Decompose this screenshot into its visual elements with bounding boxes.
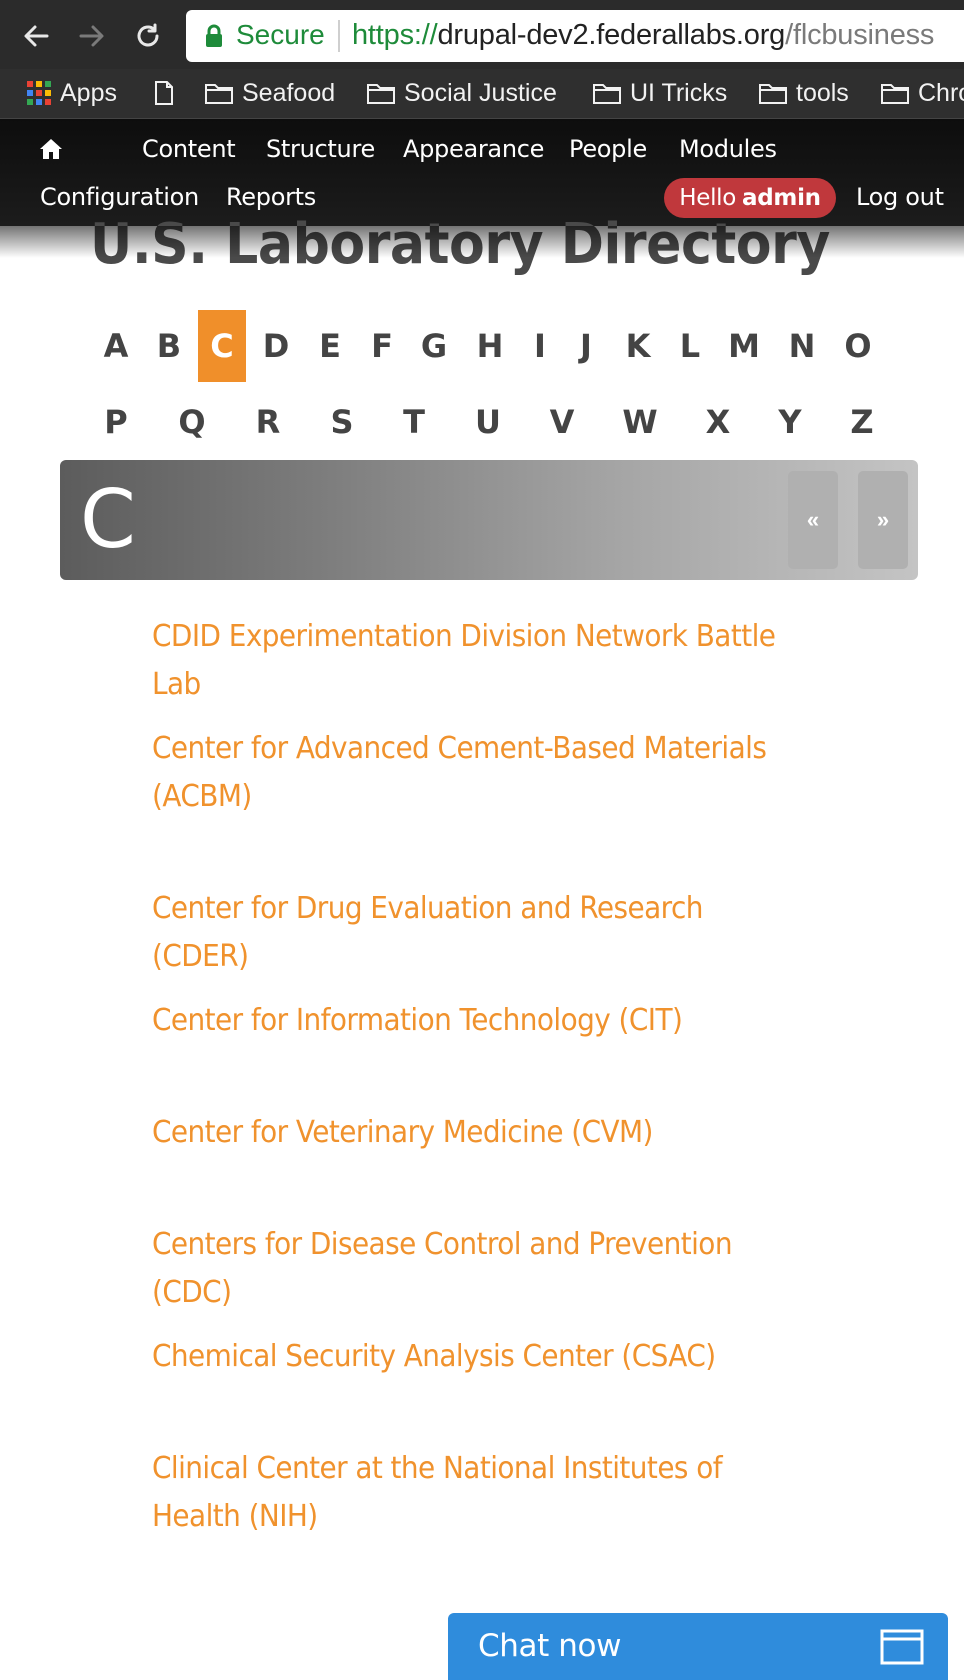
alpha-link-z[interactable]: Z	[838, 386, 886, 458]
alpha-link-c[interactable]: C	[198, 310, 246, 382]
alpha-link-p[interactable]: P	[92, 386, 140, 458]
page-icon	[155, 81, 173, 105]
folder-icon	[205, 84, 233, 104]
bookmark-label: Chro	[918, 78, 964, 107]
bookmark-social-justice[interactable]: Social Justice	[366, 75, 557, 111]
browser-toolbar: Secure https://drupal-dev2.federallabs.o…	[0, 0, 964, 69]
toolbar-structure[interactable]: Structure	[266, 135, 375, 163]
alpha-link-e[interactable]: E	[306, 310, 354, 382]
lab-link[interactable]: Center for Drug Evaluation and Research …	[152, 885, 803, 981]
toolbar-modules[interactable]: Modules	[679, 135, 777, 163]
toolbar-shadow	[0, 226, 964, 258]
omnibox-divider	[338, 20, 340, 52]
bookmark-label: Social Justice	[404, 78, 557, 107]
alpha-link-o[interactable]: O	[834, 310, 882, 382]
alpha-link-g[interactable]: G	[410, 310, 458, 382]
hello-prefix: Hello	[679, 185, 737, 211]
alpha-link-b[interactable]: B	[145, 310, 193, 382]
bookmark-label: tools	[796, 78, 849, 107]
folder-icon	[367, 84, 395, 104]
forward-arrow-icon	[79, 25, 104, 47]
back-arrow-icon	[24, 25, 49, 47]
folder-icon	[881, 84, 909, 104]
url-host: drupal-dev2.federallabs.org	[437, 19, 786, 51]
lab-link[interactable]: Centers for Disease Control and Preventi…	[152, 1221, 803, 1317]
logout-link[interactable]: Log out	[856, 183, 944, 211]
toolbar-appearance[interactable]: Appearance	[403, 135, 544, 163]
alpha-link-f[interactable]: F	[358, 310, 406, 382]
back-button[interactable]	[14, 14, 58, 58]
address-bar[interactable]: Secure https://drupal-dev2.federallabs.o…	[186, 10, 964, 62]
hello-username: admin	[742, 185, 821, 211]
alpha-link-x[interactable]: X	[694, 386, 742, 458]
alpha-link-k[interactable]: K	[614, 310, 662, 382]
bookmark-tools[interactable]: tools	[758, 75, 849, 111]
reload-icon	[137, 23, 159, 47]
bookmark-page[interactable]	[154, 75, 182, 111]
alpha-link-j[interactable]: J	[562, 310, 610, 382]
bookmark-chrome[interactable]: Chro	[880, 75, 964, 111]
chat-label: Chat now	[478, 1628, 622, 1664]
lab-link[interactable]: Clinical Center at the National Institut…	[152, 1445, 803, 1541]
chat-now-button[interactable]: Chat now	[448, 1613, 948, 1680]
alpha-link-s[interactable]: S	[318, 386, 366, 458]
lab-link[interactable]: Chemical Security Analysis Center (CSAC)	[152, 1333, 803, 1381]
alpha-link-u[interactable]: U	[464, 386, 512, 458]
alpha-link-h[interactable]: H	[466, 310, 514, 382]
window-icon	[880, 1629, 924, 1665]
prev-letter-button[interactable]: «	[788, 471, 838, 569]
bookmark-label: Apps	[60, 78, 117, 107]
alpha-link-v[interactable]: V	[538, 386, 586, 458]
alpha-link-a[interactable]: A	[92, 310, 140, 382]
alpha-link-d[interactable]: D	[252, 310, 300, 382]
alpha-link-n[interactable]: N	[778, 310, 826, 382]
alpha-link-m[interactable]: M	[720, 310, 768, 382]
folder-icon	[759, 84, 787, 104]
toolbar-reports[interactable]: Reports	[226, 183, 316, 211]
toolbar-content[interactable]: Content	[142, 135, 236, 163]
alpha-link-r[interactable]: R	[244, 386, 292, 458]
lock-icon	[206, 24, 222, 47]
bookmark-label: UI Tricks	[630, 78, 728, 107]
alpha-link-i[interactable]: I	[516, 310, 564, 382]
forward-button[interactable]	[70, 14, 114, 58]
secure-label: Secure	[236, 19, 325, 50]
alpha-link-t[interactable]: T	[390, 386, 438, 458]
url-scheme: https://	[352, 19, 438, 51]
lab-link[interactable]: Center for Information Technology (CIT)	[152, 997, 803, 1045]
lab-link[interactable]: Center for Veterinary Medicine (CVM)	[152, 1109, 803, 1157]
url-text: https://drupal-dev2.federallabs.org/flcb…	[352, 19, 934, 52]
url-path: /flcbusiness	[785, 19, 935, 51]
bookmarks-bar: Apps Seafood Social Justice UI Tricks to…	[0, 69, 964, 119]
bookmark-apps[interactable]: Apps	[26, 75, 117, 111]
alpha-link-l[interactable]: L	[666, 310, 714, 382]
alpha-link-q[interactable]: Q	[168, 386, 216, 458]
next-letter-button[interactable]: »	[858, 471, 908, 569]
banner-letter: C	[80, 473, 136, 566]
bookmark-label: Seafood	[242, 78, 336, 107]
toolbar-configuration[interactable]: Configuration	[40, 183, 199, 211]
toolbar-people[interactable]: People	[569, 135, 647, 163]
reload-button[interactable]	[126, 14, 170, 58]
home-icon[interactable]	[38, 136, 64, 162]
folder-icon	[593, 84, 621, 104]
lab-link[interactable]: CDID Experimentation Division Network Ba…	[152, 613, 803, 709]
alpha-link-y[interactable]: Y	[766, 386, 814, 458]
bookmark-seafood[interactable]: Seafood	[204, 75, 335, 111]
lab-link[interactable]: Center for Advanced Cement-Based Materia…	[152, 725, 803, 821]
alpha-link-w[interactable]: W	[616, 386, 664, 458]
apps-grid-icon	[27, 81, 51, 105]
bookmark-ui-tricks[interactable]: UI Tricks	[592, 75, 727, 111]
